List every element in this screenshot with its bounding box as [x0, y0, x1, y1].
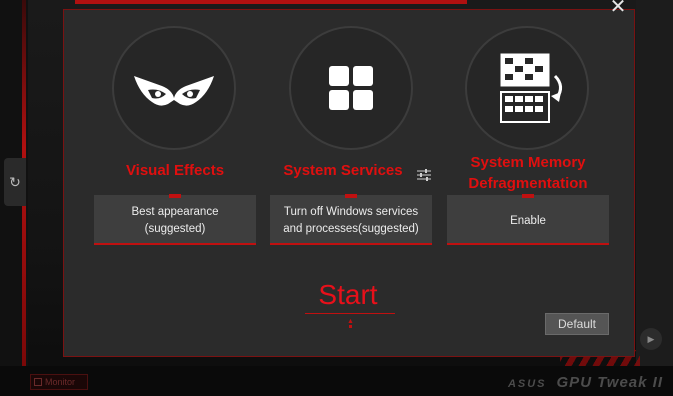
product-name: GPU Tweak II — [556, 374, 663, 391]
select-marker — [522, 194, 534, 198]
close-icon[interactable]: ✕ — [607, 0, 629, 17]
visual-effects-title: Visual Effects — [125, 162, 225, 179]
memory-defrag-value: Enable — [510, 214, 546, 227]
top-accent-line — [75, 0, 467, 4]
visual-effects-value: Best appearance (suggested) — [132, 204, 219, 238]
value-line-2: and processes(suggested) — [283, 223, 419, 235]
select-marker — [345, 194, 357, 198]
system-services-icon-circle — [289, 26, 413, 150]
visual-effects-icon-circle — [112, 26, 236, 150]
value-line-2: (suggested) — [144, 223, 206, 235]
system-services-value: Turn off Windows services and processes(… — [283, 204, 419, 238]
memory-defrag-icon-circle — [465, 26, 589, 150]
system-services-select[interactable]: Turn off Windows services and processes(… — [270, 194, 432, 245]
start-indicator-dot — [349, 325, 352, 328]
start-button[interactable]: Start — [300, 279, 396, 311]
select-marker — [169, 194, 181, 198]
settings-sliders-icon[interactable] — [416, 168, 432, 182]
monitor-button[interactable]: Monitor — [30, 374, 88, 390]
caret-up-icon: ▲ — [347, 318, 354, 325]
visual-effects-select[interactable]: Best appearance (suggested) — [94, 194, 256, 245]
title-line-2: Defragmentation — [468, 175, 588, 192]
value-line-1: Turn off Windows services — [283, 206, 419, 218]
asus-logo-text: ASUS — [507, 378, 547, 390]
owl-eyes-icon — [134, 76, 214, 106]
title-line-1: System Memory — [470, 154, 586, 171]
monitor-label: Monitor — [45, 377, 76, 387]
play-icon[interactable]: ▶ — [640, 328, 662, 350]
system-services-title: System Services — [283, 162, 403, 179]
memory-defrag-title: System Memory Defragmentation — [447, 152, 609, 194]
four-squares-icon — [329, 66, 373, 110]
memory-defrag-select[interactable]: Enable — [447, 194, 609, 245]
memory-defrag-icon — [500, 53, 562, 123]
monitor-checkbox-icon — [34, 378, 42, 386]
brand-logo: ASUS GPU Tweak II — [508, 374, 663, 391]
side-tab-refresh-icon[interactable]: ↻ — [4, 158, 26, 206]
value-line-1: Best appearance — [131, 206, 219, 218]
default-button[interactable]: Default — [545, 313, 609, 335]
start-underline — [305, 313, 395, 314]
